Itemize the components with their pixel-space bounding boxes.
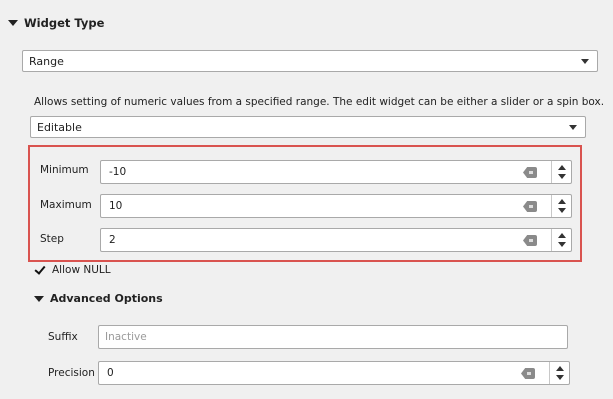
minimum-label: Minimum [40, 164, 89, 176]
chevron-down-icon [569, 125, 577, 130]
step-stepper[interactable] [551, 229, 571, 251]
checkmark-icon[interactable] [34, 264, 46, 276]
clear-icon[interactable] [523, 167, 537, 178]
collapse-triangle-icon [8, 20, 18, 26]
suffix-input[interactable]: Inactive [98, 325, 568, 349]
widget-type-combo-value: Range [29, 54, 64, 68]
minimum-stepper[interactable] [551, 161, 571, 183]
clear-icon[interactable] [523, 201, 537, 212]
maximum-spinbox[interactable]: 10 [100, 194, 572, 218]
maximum-stepper[interactable] [551, 195, 571, 217]
precision-spinbox[interactable]: 0 [98, 361, 570, 385]
allow-null-checkbox[interactable]: Allow NULL [34, 264, 111, 276]
precision-stepper[interactable] [549, 362, 569, 384]
down-arrow-icon[interactable] [558, 242, 566, 247]
clear-icon[interactable] [523, 235, 537, 246]
step-value: 2 [109, 234, 116, 246]
collapse-triangle-icon [34, 295, 44, 302]
advanced-options-header[interactable]: Advanced Options [34, 292, 163, 305]
chevron-down-icon [581, 59, 589, 64]
up-arrow-icon[interactable] [558, 165, 566, 170]
clear-icon[interactable] [521, 368, 535, 379]
suffix-label: Suffix [48, 331, 78, 343]
widget-type-header[interactable]: Widget Type [8, 16, 104, 30]
minimum-spinbox[interactable]: -10 [100, 160, 572, 184]
advanced-options-title: Advanced Options [50, 292, 163, 305]
widget-type-title: Widget Type [24, 16, 105, 30]
precision-value: 0 [107, 367, 114, 379]
up-arrow-icon[interactable] [558, 199, 566, 204]
down-arrow-icon[interactable] [558, 208, 566, 213]
up-arrow-icon[interactable] [558, 233, 566, 238]
range-settings-highlight: Minimum -10 Maximum 10 Step 2 [28, 145, 582, 262]
widget-type-panel: Widget Type Range Allows setting of nume… [0, 0, 613, 399]
maximum-label: Maximum [40, 199, 92, 211]
step-label: Step [40, 233, 64, 245]
step-spinbox[interactable]: 2 [100, 228, 572, 252]
widget-type-combo[interactable]: Range [22, 50, 598, 72]
precision-label: Precision [48, 367, 95, 379]
edit-mode-combo[interactable]: Editable [30, 116, 586, 138]
edit-mode-value: Editable [37, 120, 82, 134]
maximum-value: 10 [109, 200, 123, 212]
widget-description: Allows setting of numeric values from a … [34, 96, 605, 108]
down-arrow-icon[interactable] [558, 174, 566, 179]
minimum-value: -10 [109, 166, 127, 178]
up-arrow-icon[interactable] [556, 366, 564, 371]
down-arrow-icon[interactable] [556, 375, 564, 380]
allow-null-label: Allow NULL [52, 264, 111, 276]
suffix-placeholder: Inactive [105, 331, 147, 343]
